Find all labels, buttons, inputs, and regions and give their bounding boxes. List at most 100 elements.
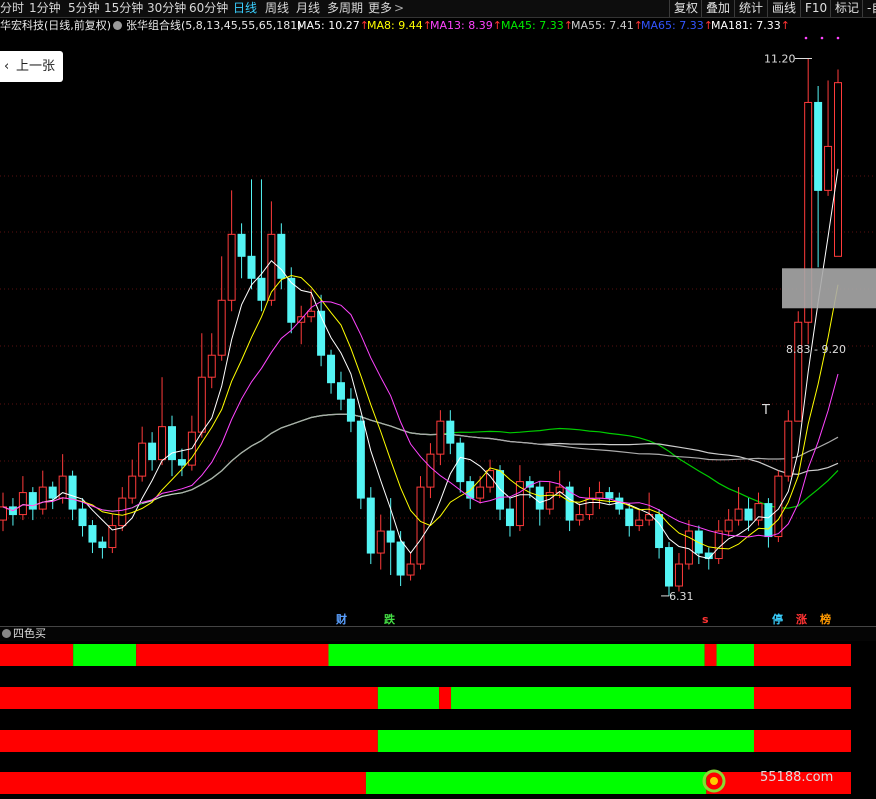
tab-more[interactable]: 更多 <box>368 0 392 17</box>
candle-down <box>615 497 624 510</box>
signal-bar-segment <box>0 730 378 752</box>
candle-down <box>177 459 186 466</box>
ma-value-3: MA45: 7.33↑ <box>501 19 573 32</box>
tab-monthly[interactable]: 月线 <box>296 0 320 17</box>
candle-up <box>416 486 425 565</box>
candle-down <box>605 492 614 499</box>
fuquan-button[interactable]: 复权 <box>669 0 702 17</box>
signal-bar-segment <box>753 730 851 752</box>
candle-down <box>694 530 703 554</box>
signal-bar-segment <box>704 644 717 666</box>
indicator-name: 张华组合线(5,8,13,45,55,65,181) <box>126 19 302 32</box>
signal-bar-segment <box>451 687 754 709</box>
stats-button[interactable]: 统计 <box>734 0 767 17</box>
candle-down <box>277 233 286 279</box>
collapse-icon[interactable] <box>2 629 11 638</box>
candle-down <box>505 508 514 527</box>
event-mark-1: 跌 <box>384 612 396 626</box>
candle-down <box>744 508 753 521</box>
signal-dot <box>820 36 824 40</box>
candle-up <box>197 376 206 433</box>
signal-bar-segment <box>365 772 707 794</box>
candle-down <box>396 541 405 576</box>
signal-bar-segment <box>0 772 366 794</box>
candle-up <box>0 506 7 521</box>
candle-up <box>824 145 833 191</box>
tab-1min[interactable]: 1分钟 <box>29 0 61 17</box>
f10-button[interactable]: F10 <box>800 0 831 17</box>
range-label: 8.83 - 9.20 <box>786 343 846 356</box>
tab-30min[interactable]: 30分钟 <box>147 0 186 17</box>
signal-bar-segment <box>136 644 329 666</box>
candle-down <box>346 398 355 422</box>
candle-down <box>48 486 57 499</box>
candle-up <box>406 563 415 576</box>
event-mark-5: 榜 <box>820 612 831 626</box>
candle-up <box>595 492 604 499</box>
tab-fenshi[interactable]: 分时 <box>0 0 24 17</box>
candlestick-chart[interactable]: 8.83 - 9.20 11.20 6.31 T 财 跌 s 停涨榜 <box>0 36 876 626</box>
range-box <box>782 268 876 309</box>
candle-down <box>446 420 455 444</box>
candle-up <box>128 475 137 499</box>
candle-up <box>784 420 793 477</box>
tab-15min[interactable]: 15分钟 <box>104 0 143 17</box>
cursor-marker: T <box>761 403 770 418</box>
high-label: 11.20 <box>764 52 796 65</box>
candle-down <box>655 514 664 549</box>
chevron-right-icon[interactable]: > <box>394 0 404 17</box>
tab-60min[interactable]: 60分钟 <box>189 0 228 17</box>
candle-down <box>237 233 246 257</box>
candle-up <box>118 497 127 527</box>
low-label: 6.31 <box>669 590 694 603</box>
candle-up <box>585 497 594 516</box>
ma-value-5: MA65: 7.33↑ <box>641 19 713 32</box>
tab-multi-period[interactable]: 多周期 <box>327 0 363 17</box>
candle-up <box>158 426 167 461</box>
candle-up <box>794 321 803 422</box>
candle-down <box>366 497 375 554</box>
sub-panel-title: 四色买 <box>13 627 46 640</box>
watermark: 55188.com <box>700 764 876 796</box>
candle-down <box>814 101 823 191</box>
watermark-text: 55188.com <box>760 770 834 785</box>
mark-button[interactable]: 标记 <box>830 0 863 17</box>
indicator-settings-icon[interactable] <box>113 21 122 30</box>
signal-bar-segment <box>377 687 440 709</box>
draw-button[interactable]: 画线 <box>767 0 800 17</box>
overlay-button[interactable]: 叠加 <box>701 0 734 17</box>
event-mark-0: 财 <box>335 612 347 626</box>
tab-weekly[interactable]: 周线 <box>265 0 289 17</box>
signal-bar-segment <box>328 644 705 666</box>
event-mark-2: s <box>702 613 709 626</box>
ma-value-4: MA55: 7.41↑ <box>571 19 643 32</box>
period-toolbar: 分时 1分钟 5分钟 15分钟 30分钟 60分钟 日线 周线 月线 多周期 更… <box>0 0 876 18</box>
ma-value-6: MA181: 7.33↑ <box>711 19 790 32</box>
candle-down <box>68 475 77 510</box>
signal-bar-segment <box>753 644 851 666</box>
candle-up <box>217 299 226 356</box>
tab-daily[interactable]: 日线 <box>233 0 257 17</box>
signal-bar-segment <box>73 644 137 666</box>
up-arrow-icon: ↑ <box>780 19 790 32</box>
candle-up <box>575 514 584 521</box>
candle-up <box>734 508 743 521</box>
candle-up <box>635 519 644 527</box>
candle-up <box>774 475 783 538</box>
candle-down <box>386 530 395 543</box>
candle-down <box>356 420 365 499</box>
candle-down <box>98 541 107 549</box>
ma65-line <box>181 413 839 494</box>
ma-value-2: MA13: 8.39↑ <box>430 19 502 32</box>
tab-5min[interactable]: 5分钟 <box>68 0 100 17</box>
candle-up <box>674 563 683 587</box>
ma-value-1: MA8: 9.44↑ <box>367 19 432 32</box>
signal-bar-segment <box>716 644 754 666</box>
candle-down <box>665 547 674 587</box>
candle-down <box>78 508 87 527</box>
self-button[interactable]: -自 <box>862 0 876 17</box>
candle-up <box>267 233 276 301</box>
candle-up <box>38 486 47 510</box>
candle-down <box>247 255 256 279</box>
candle-up <box>426 453 435 488</box>
